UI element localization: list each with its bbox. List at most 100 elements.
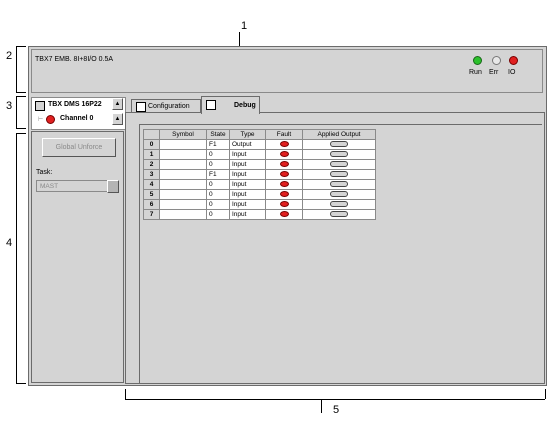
task-label: Task: [36,169,53,176]
fault-led-icon [279,150,289,157]
column-state[interactable]: State [206,129,230,140]
state-cell: 0 [206,189,230,200]
fault-cell [265,159,303,170]
state-cell: 0 [206,179,230,190]
err-led-icon [492,56,501,65]
state-cell: F1 [206,139,230,150]
column-type[interactable]: Type [229,129,266,140]
symbol-cell[interactable] [159,159,207,170]
type-cell: Input [229,209,266,220]
callout-5-bracket [125,389,126,399]
callout-2: 2 [6,50,13,62]
applied-output-cell [302,139,376,150]
table-row[interactable]: 4 0 Input [143,179,376,190]
fault-led-icon [279,180,289,187]
channel-zoom-button[interactable]: ▲ [112,113,123,125]
tab-configuration-label: Configuration [148,103,190,110]
callout-3: 3 [6,100,13,112]
symbol-cell[interactable] [159,209,207,220]
channel-number: 5 [143,189,160,200]
fault-cell [265,179,303,190]
symbol-cell[interactable] [159,169,207,180]
tab-debug[interactable]: Debug [201,96,260,114]
module-title: TBX7 EMB. 8I+8I/O 0.5A [35,56,114,63]
type-cell: Input [229,159,266,170]
applied-output-indicator-icon [330,150,348,157]
applied-output-cell [302,159,376,170]
tab-debug-label: Debug [234,102,256,109]
channel-number: 1 [143,149,160,160]
fault-cell [265,209,303,220]
channel-number: 6 [143,199,160,210]
run-led-icon [473,56,482,65]
tree-branch-icon: ⊢ [38,117,44,123]
applied-output-indicator-icon [330,140,348,147]
state-cell: 0 [206,149,230,160]
table-row[interactable]: 7 0 Input [143,209,376,220]
left-panel: Global Unforce Task: MAST [31,131,124,383]
column-fault[interactable]: Fault [265,129,303,140]
table-row[interactable]: 6 0 Input [143,199,376,210]
state-cell: 0 [206,209,230,220]
applied-output-cell [302,189,376,200]
table-row[interactable]: 0 F1 Output [143,139,376,150]
applied-output-indicator-icon [330,200,348,207]
fault-led-icon [279,170,289,177]
type-cell: Input [229,199,266,210]
channel-item[interactable]: Channel 0 [60,115,93,122]
symbol-cell[interactable] [159,199,207,210]
channel-status-icon [46,115,55,124]
type-cell: Input [229,149,266,160]
state-cell: F1 [206,169,230,180]
configuration-tab-icon [136,102,146,112]
table-row[interactable]: 5 0 Input [143,189,376,200]
type-cell: Input [229,179,266,190]
callout-1: 1 [241,20,248,32]
tab-configuration[interactable]: Configuration [131,99,201,113]
state-cell: 0 [206,199,230,210]
fault-led-icon [279,160,289,167]
applied-output-indicator-icon [330,160,348,167]
io-led-label: IO [508,69,516,76]
channel-number: 0 [143,139,160,150]
fault-led-icon [279,200,289,207]
applied-output-indicator-icon [330,170,348,177]
run-led-label: Run [469,69,482,76]
module-icon [35,101,45,111]
channel-number: 2 [143,159,160,170]
symbol-cell[interactable] [159,179,207,190]
applied-output-cell [302,209,376,220]
table-row[interactable]: 3 F1 Input [143,169,376,180]
applied-output-cell [302,169,376,180]
state-cell: 0 [206,159,230,170]
applied-output-indicator-icon [330,180,348,187]
channel-selector: TBX DMS 16P22 ▲ ⊢ Channel 0 ▲ [31,97,126,130]
symbol-cell[interactable] [159,139,207,150]
module-zoom-button[interactable]: ▲ [112,98,123,110]
callout-4: 4 [6,237,13,249]
global-unforce-button[interactable]: Global Unforce [42,138,116,157]
column-symbol[interactable]: Symbol [159,129,207,140]
applied-output-cell [302,149,376,160]
symbol-cell[interactable] [159,189,207,200]
channel-number: 7 [143,209,160,220]
fault-led-icon [279,190,289,197]
callout-5: 5 [333,404,340,416]
fault-cell [265,199,303,210]
applied-output-cell [302,199,376,210]
fault-cell [265,139,303,150]
table-row[interactable]: 1 0 Input [143,149,376,160]
symbol-cell[interactable] [159,149,207,160]
table-row[interactable]: 2 0 Input [143,159,376,170]
fault-cell [265,169,303,180]
task-dropdown-button[interactable] [107,180,119,193]
callout-2-bracket [16,46,17,92]
fault-cell [265,149,303,160]
task-select[interactable]: MAST [36,180,108,192]
fault-cell [265,189,303,200]
fault-led-icon [279,140,289,147]
column-applied-output[interactable]: Applied Output [302,129,376,140]
applied-output-indicator-icon [330,190,348,197]
callout-4-bracket [16,133,17,383]
debug-table: Symbol State Type Fault Applied Output 0… [143,129,376,220]
